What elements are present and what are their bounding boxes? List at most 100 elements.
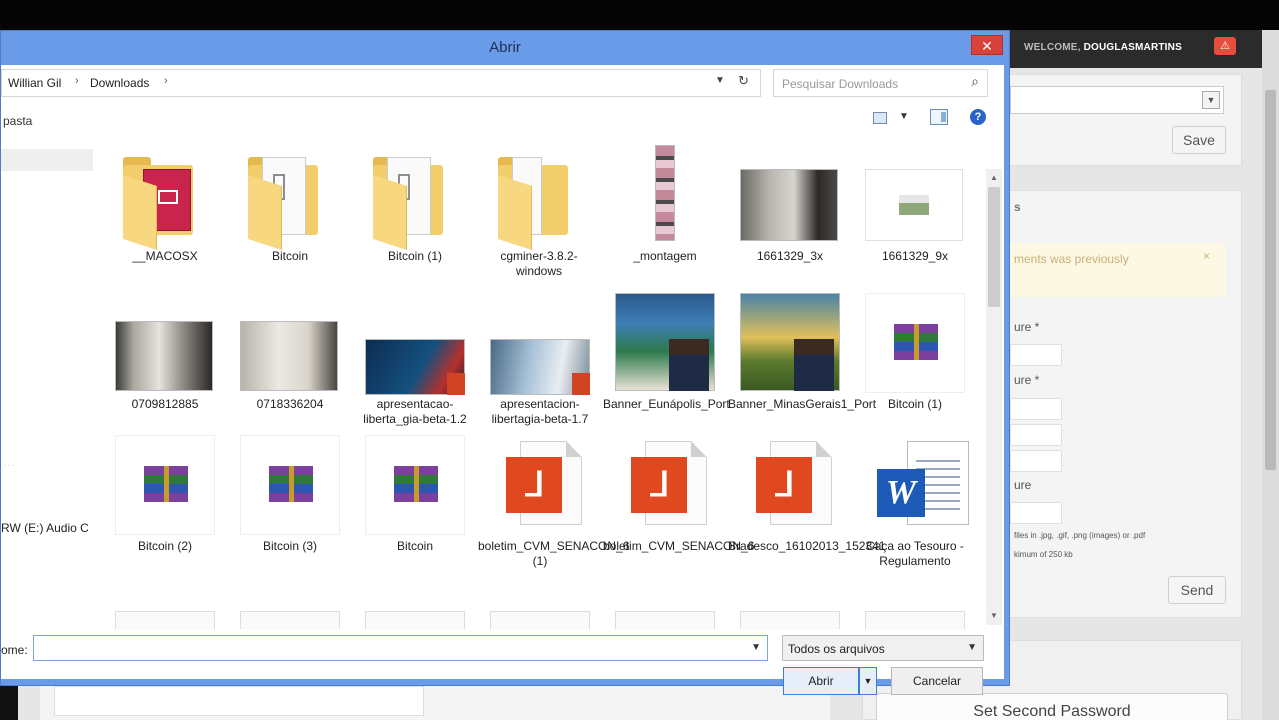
file-item[interactable] [490,611,590,629]
archive-icon [240,435,340,535]
upload-field[interactable] [1010,344,1062,366]
nav-item[interactable]: … [3,455,15,469]
file-item[interactable]: 0718336204 [228,293,348,433]
preview-pane-icon[interactable] [930,109,948,125]
breadcrumb-user[interactable]: Willian Gil [8,76,61,90]
chevron-down-icon[interactable]: ▼ [899,111,909,122]
save-button[interactable]: Save [1172,126,1226,154]
breadcrumb-downloads[interactable]: Downloads [90,76,149,90]
chevron-down-icon[interactable]: ▼ [751,642,761,653]
banner-thumbnail [740,293,840,393]
page-scrollbar-thumb[interactable] [1265,90,1276,470]
nav-item-selected[interactable] [1,149,93,171]
file-name: __MACOSX [132,249,198,263]
help-icon[interactable]: ? [970,109,986,125]
cancel-button[interactable]: Cancelar [891,667,983,695]
dialog-body: Willian Gil › Downloads › ▼ ↻ Pesquisar … [1,65,1004,695]
image-thumbnail [740,145,840,245]
file-name: Banner_MinasGerais1_Port [728,397,877,411]
chevron-down-icon[interactable]: ▼ [967,642,977,653]
folder-icon [240,145,340,251]
search-icon[interactable]: ⌕ [971,73,979,90]
word-icon: W [865,435,969,535]
help-text: kimum of 250 kb [1014,550,1073,559]
navigation-pane: … RW (E:) Audio C [1,137,101,627]
file-item[interactable] [240,611,340,629]
file-name: Bitcoin (2) [137,539,193,553]
file-item[interactable]: _montagem [603,145,723,285]
archive-icon [365,435,465,535]
scrollbar-thumb[interactable] [988,187,1000,307]
file-item[interactable]: Banner_MinasGerais1_Port [728,293,876,433]
file-item[interactable]: ᒧ Bradesco_16102013_152341 [728,435,885,575]
file-item[interactable]: Bitcoin (1) [353,145,473,285]
alert-icon[interactable]: ⚠ [1214,37,1236,55]
notice-banner: ments was previously × [1010,243,1226,297]
file-item[interactable] [115,611,215,629]
file-item[interactable]: 1661329_3x [728,145,848,285]
pdf-icon: ᒧ [740,435,840,535]
chevron-right-icon[interactable]: › [75,75,79,87]
file-grid-scrollbar[interactable]: ▲ ▼ [986,169,1002,625]
file-item[interactable] [740,611,840,629]
file-name: Bitcoin [396,539,434,553]
file-item[interactable]: cgminer-3.8.2-windows [478,145,598,285]
file-item[interactable] [865,611,965,629]
set-second-password-button[interactable]: Set Second Password [876,693,1228,720]
file-item[interactable]: Bitcoin (1) [853,293,973,433]
image-thumbnail [115,293,215,393]
file-name: cgminer-3.8.2-windows [500,249,578,278]
file-item[interactable] [365,611,465,629]
send-button[interactable]: Send [1168,576,1226,604]
filetype-select[interactable]: Todos os arquivos ▼ [782,635,984,661]
filename-input[interactable]: ▼ [33,635,768,661]
file-item[interactable]: Bitcoin [228,145,348,285]
chevron-down-icon[interactable]: ▼ [715,75,725,86]
field-label: ure * [1014,373,1040,387]
file-item[interactable]: Banner_Eunápolis_Port [603,293,730,433]
page-scrollbar[interactable] [1262,30,1279,720]
file-item[interactable]: Bitcoin (2) [103,435,223,575]
settings-select[interactable]: ▼ [1010,86,1224,114]
close-button[interactable]: ✕ [971,35,1003,55]
file-item[interactable]: ᒧ boletim_CVM_SENACON_6 [603,435,754,575]
file-item[interactable]: Bitcoin [353,435,473,575]
folder-icon [115,145,215,251]
banner-thumbnail [615,293,715,393]
file-item[interactable]: Bitcoin (3) [228,435,348,575]
file-item[interactable]: W Caça ao Tesouro - Regulamento [853,435,973,575]
upload-field[interactable] [1010,450,1062,472]
nav-item-drive[interactable]: RW (E:) Audio C [1,521,89,535]
file-item[interactable]: __MACOSX [103,145,223,285]
file-item[interactable]: apresentacion-libertagia-beta-1.7 [478,293,598,433]
chevron-down-icon[interactable]: ▼ [986,609,1002,623]
file-name: 0718336204 [256,397,324,411]
address-bar[interactable]: Willian Gil › Downloads › ▼ ↻ [1,69,761,97]
chevron-down-icon[interactable]: ▼ [1202,91,1220,109]
lower-input[interactable] [54,686,424,716]
file-item[interactable]: 1661329_9x [853,145,973,285]
upload-field[interactable] [1010,502,1062,524]
new-folder-button[interactable]: pasta [3,114,32,128]
chevron-right-icon[interactable]: › [164,75,168,87]
chevron-up-icon[interactable]: ▲ [986,171,1002,185]
file-item[interactable]: apresentacao-liberta_gia-beta-1.2 [353,293,473,433]
search-input[interactable]: Pesquisar Downloads ⌕ [773,69,988,97]
file-name: boletim_CVM_SENACON_6 [603,539,755,553]
upload-field[interactable] [1010,398,1062,420]
upload-field[interactable] [1010,424,1062,446]
file-name: apresentacion-libertagia-beta-1.7 [491,397,589,426]
file-item[interactable] [615,611,715,629]
view-icon[interactable] [873,112,887,124]
file-item[interactable]: 0709812885 [103,293,223,433]
site-header: WELCOME, DOUGLASMARTINS ⚠ [1000,30,1262,68]
refresh-icon[interactable]: ↻ [738,73,749,89]
close-icon[interactable]: × [1203,249,1210,263]
open-options-button[interactable]: ▼ [859,667,877,695]
section-title: s [1014,200,1021,214]
file-name: 1661329_3x [756,249,824,263]
lower-form [40,684,830,720]
file-name: apresentacao-liberta_gia-beta-1.2 [363,397,467,426]
file-item[interactable]: ᒧ boletim_CVM_SENACON_6 (1) [478,435,629,575]
open-button[interactable]: Abrir [783,667,859,695]
